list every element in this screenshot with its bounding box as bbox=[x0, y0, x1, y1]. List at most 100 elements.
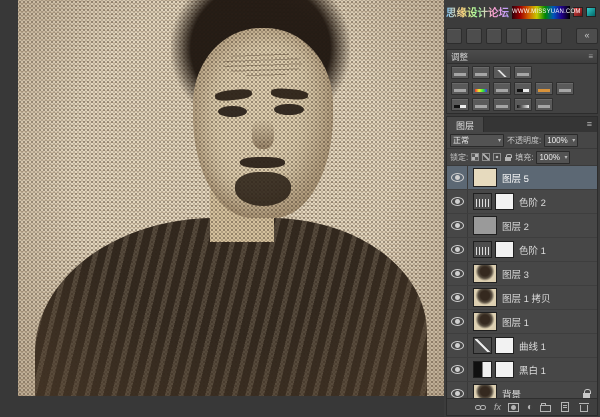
eye-icon bbox=[451, 269, 464, 278]
layer-name[interactable]: 图层 5 bbox=[502, 171, 529, 185]
mask-thumbnail[interactable] bbox=[495, 193, 514, 210]
panel-menu-icon[interactable] bbox=[582, 117, 597, 132]
navigator-panel-icon[interactable] bbox=[546, 28, 562, 44]
adj-photo-filter-icon[interactable] bbox=[535, 82, 553, 95]
visibility-toggle[interactable] bbox=[447, 334, 468, 357]
layer-row[interactable]: 色阶 1 bbox=[447, 238, 597, 262]
adj-brightness-contrast-icon[interactable] bbox=[451, 66, 469, 79]
layer-row[interactable]: 图层 2 bbox=[447, 214, 597, 238]
adj-levels-icon[interactable] bbox=[472, 66, 490, 79]
layer-row[interactable]: 图层 1 拷贝 bbox=[447, 286, 597, 310]
layer-row[interactable]: 黑白 1 bbox=[447, 358, 597, 382]
watermark-gradient-bar: WWW.MISSYUAN.COM bbox=[512, 6, 570, 19]
adjustments-panel: 调整 bbox=[446, 49, 598, 114]
styles-panel-icon[interactable] bbox=[486, 28, 502, 44]
mask-thumbnail[interactable] bbox=[495, 361, 514, 378]
layer-name[interactable]: 曲线 1 bbox=[519, 339, 546, 353]
layer-thumbnail[interactable] bbox=[473, 168, 497, 187]
new-group-icon[interactable] bbox=[540, 402, 552, 413]
visibility-toggle[interactable] bbox=[447, 238, 468, 261]
adj-curves-icon[interactable] bbox=[493, 66, 511, 79]
adjustment-thumbnail[interactable] bbox=[473, 337, 492, 354]
document-canvas[interactable] bbox=[18, 0, 444, 396]
layer-name[interactable]: 图层 2 bbox=[502, 219, 529, 233]
layer-row[interactable]: 色阶 2 bbox=[447, 190, 597, 214]
layer-name[interactable]: 黑白 1 bbox=[519, 363, 546, 377]
layer-thumbnail[interactable] bbox=[473, 264, 497, 283]
layer-row[interactable]: 图层 5 bbox=[447, 166, 597, 190]
link-layers-icon[interactable] bbox=[475, 402, 487, 413]
layer-row[interactable]: 背景 bbox=[447, 382, 597, 398]
tab-layers[interactable]: 图层 bbox=[447, 117, 484, 132]
adj-channel-mixer-icon[interactable] bbox=[556, 82, 574, 95]
new-layer-icon[interactable] bbox=[559, 402, 571, 413]
adjustments-panel-header: 调整 bbox=[447, 50, 597, 64]
layer-name[interactable]: 图层 1 拷贝 bbox=[502, 291, 551, 305]
layer-name[interactable]: 色阶 2 bbox=[519, 195, 546, 209]
lock-fill-row: 锁定: 填充: 100% bbox=[447, 149, 597, 166]
adj-color-balance-icon[interactable] bbox=[493, 82, 511, 95]
layer-name[interactable]: 图层 1 bbox=[502, 315, 529, 329]
opacity-value[interactable]: 100% bbox=[544, 134, 578, 147]
new-adjustment-icon[interactable] bbox=[527, 402, 533, 413]
eye-icon bbox=[451, 245, 464, 254]
layer-thumbnail[interactable] bbox=[473, 216, 497, 235]
delete-layer-icon[interactable] bbox=[578, 402, 590, 413]
lock-position-icon[interactable] bbox=[493, 153, 501, 161]
mask-thumbnail[interactable] bbox=[495, 241, 514, 258]
visibility-toggle[interactable] bbox=[447, 286, 468, 309]
color-panel-icon[interactable] bbox=[446, 28, 462, 44]
lock-transparency-icon[interactable] bbox=[471, 153, 479, 161]
lock-pixels-icon[interactable] bbox=[482, 153, 490, 161]
adj-hue-saturation-icon[interactable] bbox=[472, 82, 490, 95]
visibility-toggle[interactable] bbox=[447, 310, 468, 333]
layer-row[interactable]: 曲线 1 bbox=[447, 334, 597, 358]
canvas-area[interactable] bbox=[0, 0, 444, 417]
layer-thumbnail[interactable] bbox=[473, 384, 497, 398]
adj-threshold-icon[interactable] bbox=[493, 98, 511, 111]
layers-panel-tabs: 图层 bbox=[447, 117, 597, 132]
watermark-site-url: WWW.MISSYUAN.COM bbox=[512, 6, 570, 19]
layer-name[interactable]: 色阶 1 bbox=[519, 243, 546, 257]
adjustment-thumbnail[interactable] bbox=[473, 361, 492, 378]
collapse-panels-icon[interactable] bbox=[576, 28, 598, 44]
layer-name[interactable]: 背景 bbox=[502, 387, 521, 399]
layer-row[interactable]: 图层 1 bbox=[447, 310, 597, 334]
eye-icon bbox=[451, 173, 464, 182]
blend-mode-select[interactable]: 正常 bbox=[450, 134, 504, 147]
lock-all-icon[interactable] bbox=[504, 153, 512, 161]
swatches-panel-icon[interactable] bbox=[466, 28, 482, 44]
adj-posterize-icon[interactable] bbox=[472, 98, 490, 111]
eye-icon bbox=[451, 341, 464, 350]
visibility-toggle[interactable] bbox=[447, 190, 468, 213]
layer-name[interactable]: 图层 3 bbox=[502, 267, 529, 281]
adj-black-white-icon[interactable] bbox=[514, 82, 532, 95]
visibility-toggle[interactable] bbox=[447, 382, 468, 398]
add-mask-icon[interactable] bbox=[508, 402, 520, 413]
layer-thumbnail[interactable] bbox=[473, 312, 497, 331]
layer-list: 图层 5 色阶 2 图层 2 色阶 1 bbox=[447, 166, 597, 398]
adj-vibrance-icon[interactable] bbox=[451, 82, 469, 95]
mask-thumbnail[interactable] bbox=[495, 337, 514, 354]
visibility-toggle[interactable] bbox=[447, 214, 468, 237]
adj-selective-color-icon[interactable] bbox=[535, 98, 553, 111]
adjustment-thumbnail[interactable] bbox=[473, 241, 492, 258]
eye-icon bbox=[451, 365, 464, 374]
info-panel-icon[interactable] bbox=[526, 28, 542, 44]
panel-menu-icon[interactable] bbox=[588, 52, 593, 61]
histogram-panel-icon[interactable] bbox=[506, 28, 522, 44]
adjustments-grid bbox=[447, 64, 597, 113]
layer-row[interactable]: 图层 3 bbox=[447, 262, 597, 286]
adj-exposure-icon[interactable] bbox=[514, 66, 532, 79]
color-swatch-icon bbox=[586, 7, 596, 17]
visibility-toggle[interactable] bbox=[447, 166, 468, 189]
adj-gradient-map-icon[interactable] bbox=[514, 98, 532, 111]
adjustment-thumbnail[interactable] bbox=[473, 193, 492, 210]
visibility-toggle[interactable] bbox=[447, 358, 468, 381]
adj-invert-icon[interactable] bbox=[451, 98, 469, 111]
visibility-toggle[interactable] bbox=[447, 262, 468, 285]
fill-value[interactable]: 100% bbox=[536, 151, 570, 164]
layers-panel-footer bbox=[447, 398, 597, 415]
layer-style-icon[interactable] bbox=[494, 402, 501, 413]
layer-thumbnail[interactable] bbox=[473, 288, 497, 307]
